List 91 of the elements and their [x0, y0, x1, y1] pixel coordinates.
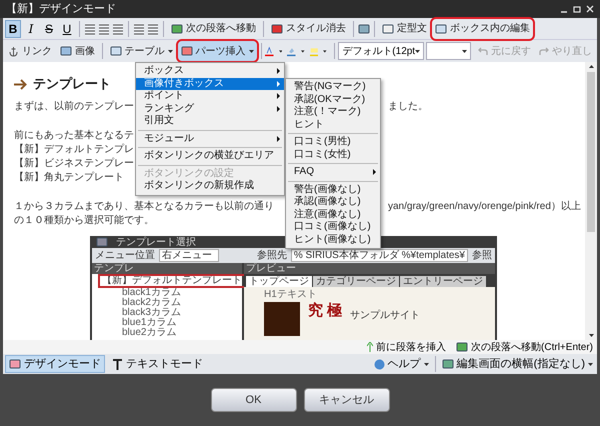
next-paragraph-button[interactable]: 次の段落へ移動	[168, 18, 259, 38]
tree-item: blue1カラム	[122, 318, 176, 328]
editor-width-button[interactable]: 編集画面の横幅(指定なし)	[440, 356, 595, 372]
submenu-arrow-icon	[373, 169, 376, 176]
redo-icon	[538, 46, 549, 56]
format-button[interactable]: U	[59, 20, 75, 38]
menu-item[interactable]: ボックス	[136, 65, 284, 78]
arrow-right-icon	[14, 78, 27, 90]
body-text: 【新】角丸テンプレート	[14, 172, 124, 183]
window-icon	[96, 236, 108, 248]
menu-item[interactable]: FAQ	[286, 166, 380, 178]
body-text: 【新】デフォルトテンプレ	[14, 144, 134, 155]
heading: テンプレート	[33, 77, 111, 91]
help-button[interactable]: ヘルプ	[372, 356, 431, 372]
font-color-icon[interactable]	[265, 44, 274, 58]
path-field: % SIRIUS本体フォルダ %¥templates¥	[290, 249, 468, 262]
menu-item[interactable]: 口コミ(女性)	[286, 148, 380, 161]
preview-text: H1テキスト	[264, 289, 317, 300]
menu-item[interactable]: ヒント(画像なし)	[286, 234, 380, 246]
maximize-icon[interactable]	[573, 5, 581, 13]
body-text: まずは、以前のテンプレー	[14, 101, 134, 112]
submenu-arrow-icon	[277, 136, 280, 142]
caret-icon	[323, 50, 327, 52]
snippet-button[interactable]: 定型文	[379, 18, 430, 38]
menu-item[interactable]: 引用文	[136, 115, 284, 128]
body-text: の１０種類から選択可能です。	[14, 215, 154, 226]
menu-item[interactable]: 口コミ(画像なし)	[286, 221, 380, 234]
menu-item[interactable]: 画像付きボックス	[136, 78, 284, 90]
close-icon[interactable]	[586, 5, 594, 13]
box-edit-button[interactable]: ボックス内の編集	[432, 18, 533, 38]
body-text: ました。	[388, 100, 428, 114]
font-size-dropdown[interactable]: デフォルト(12pt	[338, 42, 424, 60]
insert-parts-button[interactable]: パーツ挿入	[178, 41, 257, 61]
mode-tab[interactable]: テキストモード	[109, 355, 206, 373]
photo-placeholder	[264, 302, 300, 336]
text-icon	[112, 358, 123, 370]
body-text: 前にもあった基本となるテ	[14, 130, 134, 141]
caret-icon	[424, 362, 429, 366]
dialog-button[interactable]: キャンセル	[304, 388, 390, 412]
clear-style-button[interactable]: スタイル消去	[268, 18, 349, 38]
insert-before-button[interactable]: 前に段落を挿入	[367, 340, 446, 354]
menu-item[interactable]: 警告(NGマーク)	[286, 81, 380, 94]
menu-item[interactable]: ランキング	[136, 102, 284, 115]
arrow-up-icon	[367, 342, 374, 352]
mode-tab[interactable]: デザインモード	[5, 355, 105, 373]
browse-label: 参照	[472, 250, 492, 261]
window-title: 【新】デザインモード	[6, 2, 116, 17]
align-left-icon[interactable]	[84, 22, 96, 34]
menu-item[interactable]: ポイント	[136, 90, 284, 102]
tree-item: blue2カラム	[122, 328, 176, 338]
field-label: 参照先	[256, 250, 287, 261]
body-text: 【新】ビジネステンプレー	[14, 158, 134, 169]
tree-item: black1カラム	[122, 288, 181, 298]
tree-item: black3カラム	[122, 308, 181, 318]
menu-item[interactable]: 口コミ(男性)	[286, 136, 380, 148]
menu-item[interactable]: 注意(！マーク)	[286, 106, 380, 118]
table-button[interactable]: テーブル	[106, 41, 176, 61]
move-next-button[interactable]: 次の段落へ移動(Ctrl+Enter)	[456, 340, 593, 354]
caret-icon	[588, 362, 593, 366]
scroll-up-icon	[588, 65, 594, 68]
field-label: メニュー位置	[95, 250, 155, 261]
caret-icon	[248, 50, 254, 52]
menu-item[interactable]: 注意(画像なし)	[286, 208, 380, 221]
link-button[interactable]: リンク	[5, 41, 55, 61]
format-button[interactable]: I	[23, 20, 39, 38]
menu-item[interactable]: ボタンリンクの横並びエリア	[136, 150, 284, 162]
anchor-icon	[8, 46, 19, 56]
banner-subtitle: サンプルサイト	[350, 310, 420, 321]
caret-icon	[415, 50, 420, 52]
caret-icon	[462, 50, 467, 52]
menu-item[interactable]: ボタンリンクの新規作成	[136, 180, 284, 192]
menu-item[interactable]: 警告(画像なし)	[286, 184, 380, 196]
body-text: yan/gray/green/navy/orenge/pink/red）以上	[388, 200, 581, 214]
menu-item[interactable]: 承認(画像なし)	[286, 196, 380, 208]
scroll-thumb[interactable]	[587, 72, 595, 232]
format-button[interactable]: B	[5, 20, 21, 38]
menu-item[interactable]: 承認(OKマーク)	[286, 94, 380, 106]
menu-item[interactable]: ヒント	[286, 118, 380, 131]
dialog-button[interactable]: OK	[210, 388, 296, 412]
scroll-down-icon	[588, 334, 594, 337]
undo-icon	[478, 46, 488, 56]
screenshot-title: テンプレート選択	[116, 236, 196, 248]
format-button[interactable]: S	[41, 20, 57, 38]
tree-item: black2カラム	[122, 298, 181, 308]
banner-title: 究 極	[308, 302, 342, 320]
caret-icon	[168, 50, 173, 52]
menu-item[interactable]: モジュール	[136, 132, 284, 145]
caret-icon	[300, 50, 305, 52]
caret-icon	[278, 50, 282, 52]
body-text: １から３カラムまであり、基本となるカラーも以前の通り	[14, 201, 274, 212]
image-button[interactable]: 画像	[57, 41, 98, 61]
